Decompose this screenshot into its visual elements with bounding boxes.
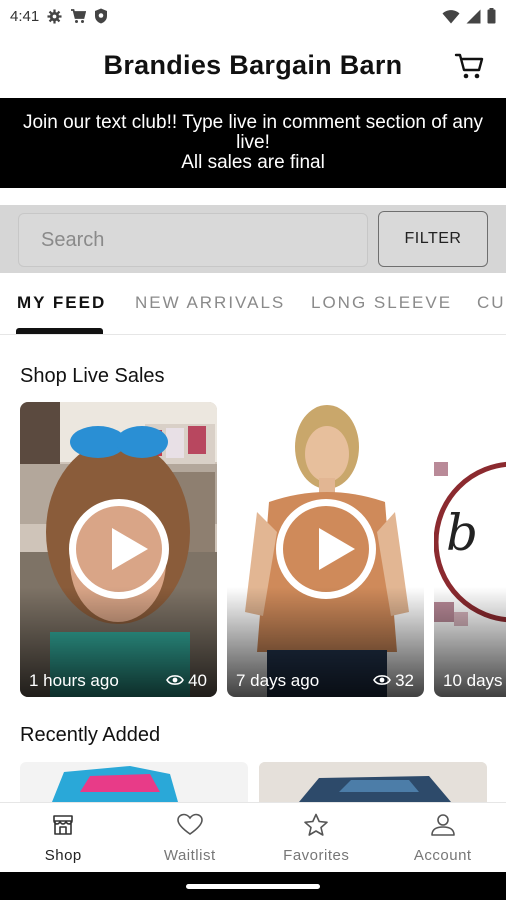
status-bar: 4:41 (0, 0, 506, 32)
nav-shop[interactable]: Shop (0, 803, 127, 872)
section-title-recently-added: Recently Added (20, 724, 161, 746)
banner-line-1: Join our text club!! Type live in commen… (22, 112, 484, 153)
star-icon (303, 813, 329, 847)
card-time: 7 days ago (236, 671, 320, 690)
battery-icon (487, 8, 496, 24)
tab-my-feed[interactable]: MY FEED (17, 293, 106, 313)
live-sale-card[interactable]: 1 hours ago 40 (20, 402, 217, 697)
svg-text:b: b (446, 504, 478, 562)
card-time: 10 days (443, 671, 503, 690)
shield-icon (94, 8, 108, 24)
tab-long-sleeve[interactable]: LONG SLEEVE (311, 293, 452, 313)
status-time: 4:41 (10, 7, 40, 25)
app-header: Brandies Bargain Barn (0, 32, 506, 98)
nav-account[interactable]: Account (380, 803, 506, 872)
category-tabs: MY FEED NEW ARRIVALS LONG SLEEVE CU (0, 273, 506, 335)
live-sale-card[interactable]: 7 days ago 32 (227, 402, 424, 697)
view-count-value: 40 (188, 671, 207, 690)
active-tab-indicator (16, 328, 103, 334)
cart-icon (454, 53, 486, 86)
shop-icon (51, 813, 75, 847)
recent-product-thumbnail (259, 762, 487, 802)
cart-button[interactable] (454, 50, 486, 82)
app-title: Brandies Bargain Barn (103, 49, 403, 80)
view-count-value: 32 (395, 671, 414, 690)
bottom-navigation: Shop Waitlist Favorites Account (0, 802, 506, 872)
live-sale-card[interactable]: b 10 days (434, 402, 506, 697)
nav-favorites[interactable]: Favorites (253, 803, 380, 872)
wifi-icon (442, 9, 460, 24)
view-count: 40 (166, 671, 207, 691)
gear-icon (47, 8, 62, 24)
recent-product-card[interactable] (20, 762, 248, 802)
system-gesture-bar (0, 872, 506, 900)
banner-line-2: All sales are final (181, 152, 325, 173)
play-button[interactable] (275, 499, 376, 599)
account-icon (430, 813, 456, 847)
nav-waitlist[interactable]: Waitlist (127, 803, 254, 872)
section-title-live-sales: Shop Live Sales (20, 365, 165, 387)
play-button[interactable] (68, 499, 169, 599)
cart-small-icon (70, 8, 87, 24)
home-gesture-handle[interactable] (186, 884, 320, 889)
nav-waitlist-label: Waitlist (163, 847, 216, 864)
eye-icon (373, 671, 391, 691)
recent-product-thumbnail (52, 766, 178, 802)
recent-product-card[interactable] (259, 762, 487, 802)
view-count: 32 (373, 671, 414, 691)
tab-cu[interactable]: CU (477, 293, 506, 313)
nav-account-label: Account (413, 847, 472, 864)
tab-new-arrivals[interactable]: NEW ARRIVALS (135, 293, 285, 313)
heart-icon (176, 813, 203, 847)
eye-icon (166, 671, 184, 691)
nav-favorites-label: Favorites (283, 847, 350, 864)
signal-icon (466, 9, 481, 24)
search-input[interactable] (18, 213, 368, 267)
promo-banner: Join our text club!! Type live in commen… (0, 98, 506, 188)
search-bar: FILTER (0, 205, 506, 273)
card-time: 1 hours ago (29, 671, 119, 690)
nav-shop-label: Shop (44, 847, 82, 864)
filter-button[interactable]: FILTER (378, 211, 488, 267)
